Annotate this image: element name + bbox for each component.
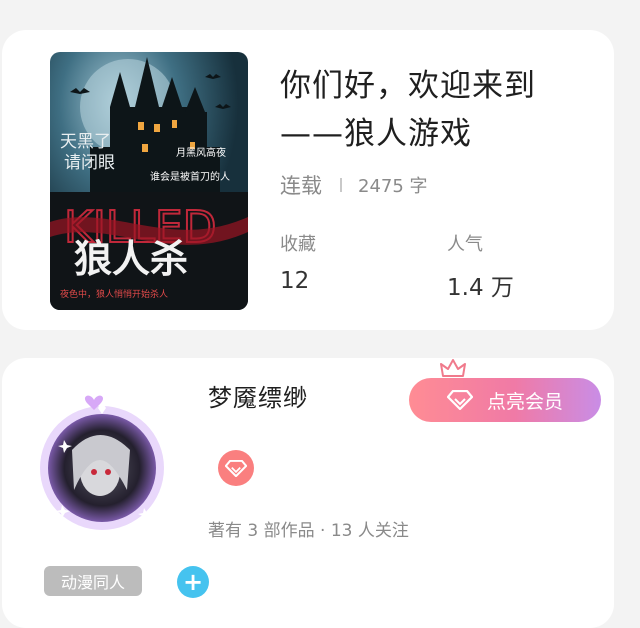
- book-title[interactable]: 你们好，欢迎来到 ——狼人游戏: [280, 62, 580, 158]
- favorites-stat: 收藏 12: [280, 230, 316, 294]
- popularity-label: 人气: [447, 234, 483, 255]
- cover-image: 天黑了 请闭眼 月黑风高夜 谁会是被首刀的人 KILLED 狼人杀 夜色中，狼人…: [50, 52, 248, 310]
- word-count: 2475 字: [358, 176, 428, 197]
- avatar-image: [40, 395, 164, 530]
- popularity-value: 1.4 万: [447, 275, 514, 301]
- vip-badge[interactable]: [218, 450, 254, 486]
- meta-divider: [340, 178, 342, 192]
- diamond-icon: [446, 390, 473, 410]
- book-title-line-1: 你们好，欢迎来到: [280, 68, 536, 104]
- book-title-line-2: ——狼人游戏: [280, 116, 472, 152]
- book-status: 连载: [280, 174, 322, 198]
- plus-icon: +: [182, 568, 204, 596]
- favorites-value: 12: [280, 268, 310, 294]
- author-avatar[interactable]: [32, 390, 172, 535]
- cover-text-middle: 谁会是被首刀的人: [150, 170, 230, 183]
- vip-button-label: 点亮会员: [486, 390, 563, 413]
- popularity-stat: 人气 1.4 万: [447, 230, 514, 302]
- author-stats: 著有 3 部作品 · 13 人关注: [208, 521, 409, 541]
- book-cover[interactable]: 天黑了 请闭眼 月黑风高夜 谁会是被首刀的人 KILLED 狼人杀 夜色中，狼人…: [50, 52, 248, 310]
- cover-text-bottom: 夜色中，狼人悄悄开始杀人: [60, 288, 168, 300]
- favorites-label: 收藏: [280, 234, 316, 255]
- vip-button[interactable]: 点亮会员: [409, 378, 601, 422]
- add-tag-button[interactable]: +: [177, 566, 209, 598]
- diamond-icon: [225, 459, 247, 477]
- book-card[interactable]: 天黑了 请闭眼 月黑风高夜 谁会是被首刀的人 KILLED 狼人杀 夜色中，狼人…: [2, 30, 614, 330]
- cover-text-top-right: 月黑风高夜: [176, 146, 226, 159]
- book-meta: 连载 2475 字: [280, 170, 428, 200]
- author-card: 梦魇缥缈 点亮会员 著有 3 部作品 · 13 人关注 动漫同人 +: [2, 358, 614, 628]
- cover-text-top-left-1: 天黑了: [60, 132, 111, 152]
- author-name[interactable]: 梦魇缥缈: [208, 378, 308, 413]
- category-tag[interactable]: 动漫同人: [44, 566, 142, 596]
- cover-text-main: 狼人杀: [74, 237, 188, 281]
- crown-icon: [440, 359, 466, 377]
- cover-text-top-left-2: 请闭眼: [64, 153, 115, 173]
